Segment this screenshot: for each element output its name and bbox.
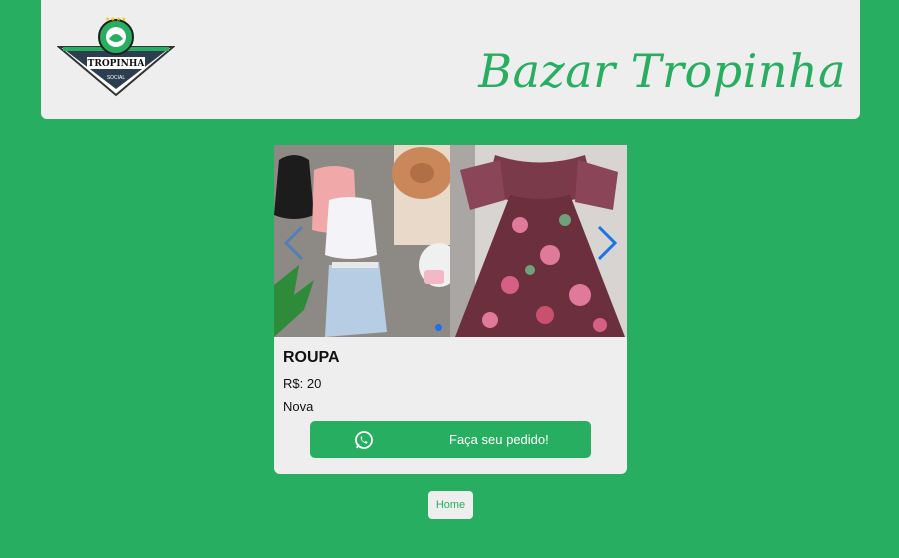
product-carousel[interactable]: [274, 145, 627, 337]
product-name: ROUPA: [283, 349, 340, 366]
product-card: ROUPA R$: 20 Nova Faça seu pedido!: [274, 145, 627, 474]
order-button-label: Faça seu pedido!: [449, 432, 549, 447]
home-button[interactable]: Home: [428, 491, 473, 519]
product-price: R$: 20: [283, 376, 322, 391]
product-condition: Nova: [283, 399, 314, 414]
order-whatsapp-button[interactable]: Faça seu pedido!: [310, 421, 591, 458]
carousel-prev-arrow-icon[interactable]: [282, 225, 306, 261]
site-title: Bazar Tropinha: [478, 44, 846, 98]
site-header: ★★★★ TROPINHA SOCIAL Bazar Tropinha: [41, 0, 860, 119]
carousel-next-arrow-icon[interactable]: [595, 225, 619, 261]
svg-text:★★★★: ★★★★: [105, 16, 127, 23]
tropinha-logo[interactable]: ★★★★ TROPINHA SOCIAL: [56, 15, 176, 97]
svg-text:SOCIAL: SOCIAL: [107, 75, 126, 81]
carousel-indicator-dot[interactable]: [435, 324, 442, 331]
svg-text:TROPINHA: TROPINHA: [88, 59, 146, 69]
whatsapp-icon: [354, 430, 374, 450]
